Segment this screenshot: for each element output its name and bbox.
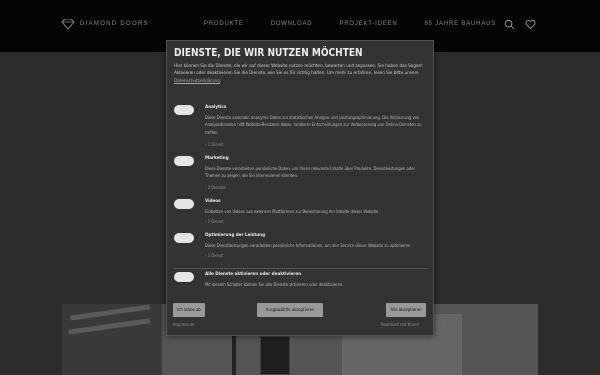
service-description: Diese Dienstleistungen verarbeiten persö… [205,243,412,248]
hero-door-frame [232,332,236,375]
nav-item-projekt-ideen[interactable]: PROJEKT-IDEEN [339,21,397,27]
service-description: Diese Dienste verarbeiten persönliche Da… [205,166,416,179]
consent-modal: DIENSTE, DIE WIR NUTZEN MÖCHTEN Hier kön… [166,40,434,336]
heart-icon[interactable] [525,19,536,30]
accept-all-button[interactable]: Alle akzeptieren [386,303,426,317]
nav-item-download[interactable]: DOWNLOAD [271,21,313,27]
diamond-logo-icon [61,19,75,29]
service-description: Diese Dienste sammeln anonyme Daten zur … [205,115,422,135]
service-title: Marketing [205,156,229,161]
marketing-toggle[interactable] [174,156,194,166]
intro-end: . [219,78,222,84]
decline-button[interactable]: Ich lehne ab [173,303,205,317]
service-title: Videos [205,199,221,204]
main-nav: PRODUKTE DOWNLOAD PROJEKT-IDEEN 85 JAHRE… [204,21,496,27]
intro-text: Hier können Sie die Dienste, die wir auf… [174,64,423,77]
toggle-all-title: Alle Dienste aktivieren oder deaktiviere… [205,272,302,277]
imprint-link[interactable]: Impressum [173,323,194,328]
nav-item-produkte[interactable]: PRODUKTE [204,21,244,27]
header-actions [504,19,536,30]
hero-door [260,336,290,375]
nav-item-85-jahre-bauhaus[interactable]: 85 JAHRE BAUHAUS [425,21,496,27]
modal-divider [174,268,428,269]
brand-logo[interactable]: DIAMOND DOORS [61,19,149,29]
brand-name: DIAMOND DOORS [80,21,149,27]
videos-toggle[interactable] [174,199,194,209]
toggle-all-switch[interactable] [174,272,194,282]
service-count[interactable]: 1 Dienst [205,253,224,258]
service-count[interactable]: 3 Dienste [205,185,226,190]
service-count[interactable]: 1 Dienst [205,219,224,224]
analytics-toggle[interactable] [174,105,194,115]
service-title: Optimierung der Leistung [205,233,266,238]
privacy-policy-link[interactable]: Datenschutzerklärung [174,79,220,84]
modal-intro: Hier können Sie die Dienste, die wir auf… [174,63,426,85]
performance-toggle[interactable] [174,233,194,243]
service-title: Analytics [205,105,227,110]
service-description: Einbetten von Videos aus externen Plattf… [205,209,380,214]
klaro-credit-link[interactable]: Realisiert mit Klaro! [381,323,419,328]
service-count[interactable]: 1 Dienst [205,142,224,147]
search-icon[interactable] [504,19,515,30]
toggle-all-description: Mit diesem Schalter können Sie alle Dien… [205,282,344,287]
modal-title: DIENSTE, DIE WIR NUTZEN MÖCHTEN [174,46,363,59]
accept-selected-button[interactable]: Ausgewählte akzeptieren [257,303,323,317]
